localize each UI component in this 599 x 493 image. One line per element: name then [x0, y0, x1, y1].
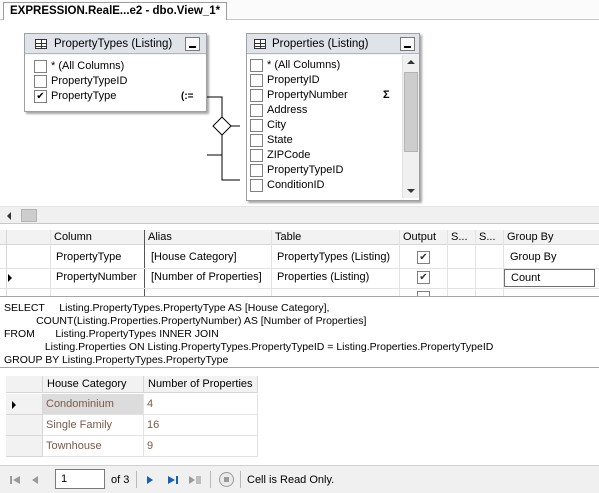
corner-header[interactable] [6, 376, 43, 393]
column-checkbox[interactable] [250, 149, 263, 162]
column-header[interactable]: Alias [145, 230, 270, 245]
result-cell[interactable]: 4 [144, 394, 258, 415]
column-checkbox[interactable] [250, 104, 263, 117]
column-checkbox[interactable] [250, 89, 263, 102]
table-icon [254, 39, 266, 49]
scroll-up-icon[interactable] [407, 60, 415, 64]
join-diamond-icon [212, 116, 232, 136]
column-header[interactable]: S... [448, 230, 474, 245]
sigma-icon: Σ [383, 89, 390, 101]
result-cell[interactable]: Condominium [43, 394, 144, 415]
result-cell[interactable]: Townhouse [43, 436, 144, 457]
table-scrollbar[interactable] [402, 55, 419, 198]
column-list: * (All Columns) PropertyID PropertyNumbe… [247, 55, 419, 200]
column-row[interactable]: PropertyID [247, 73, 402, 88]
join-line[interactable] [0, 20, 260, 206]
criteria-alias-cell[interactable]: [House Category] [148, 248, 270, 267]
result-cell[interactable]: Single Family [43, 415, 144, 436]
scroll-thumb[interactable] [21, 209, 37, 222]
column-header[interactable]: Column [51, 230, 143, 245]
stop-icon[interactable] [218, 471, 235, 488]
current-row-arrow-icon [8, 274, 12, 282]
column-header[interactable]: Output [400, 230, 446, 245]
column-checkbox[interactable] [250, 164, 263, 177]
column-checkbox[interactable] [250, 74, 263, 87]
table-window-properties[interactable]: Properties (Listing) * (All Columns) Pro… [246, 33, 420, 201]
column-name: * (All Columns) [267, 59, 341, 71]
column-header[interactable]: S... [476, 230, 502, 245]
new-record-icon[interactable] [188, 473, 202, 487]
column-row[interactable]: ConditionID [247, 178, 402, 193]
sql-line: GROUP BY Listing.PropertyTypes.PropertyT… [4, 354, 229, 366]
column-name: PropertyTypeID [267, 164, 344, 176]
row-header[interactable] [6, 436, 43, 457]
table-title-bar[interactable]: Properties (Listing) [247, 34, 419, 54]
sql-pane[interactable]: SELECT Listing.PropertyTypes.PropertyTyp… [0, 298, 599, 368]
criteria-column-cell[interactable]: PropertyType [53, 248, 143, 267]
criteria-table-cell[interactable]: PropertyTypes (Listing) [274, 248, 398, 267]
sql-line: FROM Listing.PropertyTypes INNER JOIN [4, 328, 219, 340]
page-count-label: of 3 [111, 474, 130, 486]
sql-line: COUNT(Listing.Properties.PropertyNumber)… [4, 315, 367, 327]
diagram-horizontal-scrollbar[interactable] [0, 206, 599, 224]
criteria-alias-cell[interactable]: [Number of Properties] [148, 268, 270, 287]
next-record-icon[interactable] [143, 473, 157, 487]
column-name: City [267, 119, 286, 131]
column-row[interactable]: PropertyTypeID [247, 163, 402, 178]
column-name: PropertyNumber [267, 89, 348, 101]
result-column-header[interactable]: Number of Properties [144, 376, 258, 393]
output-checkbox[interactable]: ✔ [417, 251, 430, 264]
column-row[interactable]: Address [247, 103, 402, 118]
column-name: Address [267, 104, 308, 116]
results-grid: House Category Number of Properties Cond… [0, 369, 599, 465]
column-row[interactable]: PropertyNumber Σ [247, 88, 402, 103]
column-header[interactable]: Table [272, 230, 398, 245]
result-cell[interactable]: 9 [144, 436, 258, 457]
output-checkbox[interactable]: ✔ [417, 271, 430, 284]
criteria-groupby-cell[interactable]: Group By [507, 248, 597, 267]
column-name: PropertyID [267, 74, 320, 86]
column-checkbox[interactable] [250, 134, 263, 147]
column-checkbox[interactable] [250, 119, 263, 132]
column-row[interactable]: State [247, 133, 402, 148]
criteria-groupby-dropdown[interactable]: Count [504, 269, 595, 287]
minimize-button[interactable] [400, 37, 415, 51]
first-record-icon[interactable] [8, 473, 22, 487]
page-number-input[interactable]: 1 [55, 469, 105, 489]
sql-line: SELECT Listing.PropertyTypes.PropertyTyp… [4, 302, 330, 314]
column-name: ConditionID [267, 179, 325, 191]
criteria-table-cell[interactable]: Properties (Listing) [274, 268, 398, 287]
scroll-left-icon[interactable] [7, 212, 11, 220]
table-title: Properties (Listing) [272, 38, 369, 50]
column-row[interactable]: City [247, 118, 402, 133]
column-checkbox[interactable] [250, 59, 263, 72]
diagram-pane: PropertyTypes (Listing) * (All Columns) … [0, 20, 599, 206]
record-navigation-bar: 1 of 3 Cell is Read Only. [0, 465, 599, 493]
document-tab-bar: EXPRESSION.RealE...e2 - dbo.View_1* [0, 0, 599, 20]
column-name: State [267, 134, 293, 146]
column-name: ZIPCode [267, 149, 311, 161]
result-cell[interactable]: 16 [144, 415, 258, 436]
output-checkbox[interactable] [417, 291, 430, 296]
criteria-column-cell[interactable]: PropertyNumber [53, 268, 143, 287]
column-row[interactable]: ZIPCode [247, 148, 402, 163]
row-header[interactable] [6, 415, 43, 436]
criteria-grid: Column Alias Table Output S... S... Grou… [0, 225, 599, 297]
column-header[interactable]: Group By [504, 230, 599, 245]
current-row-arrow-icon [12, 401, 16, 409]
last-record-icon[interactable] [166, 473, 180, 487]
column-row[interactable]: * (All Columns) [247, 58, 402, 73]
document-tab[interactable]: EXPRESSION.RealE...e2 - dbo.View_1* [3, 2, 228, 20]
status-text: Cell is Read Only. [247, 474, 335, 486]
scroll-down-icon[interactable] [407, 189, 415, 193]
result-column-header[interactable]: House Category [43, 376, 144, 393]
previous-record-icon[interactable] [28, 473, 42, 487]
scroll-thumb[interactable] [404, 72, 418, 152]
sql-line: Listing.Properties ON Listing.PropertyTy… [4, 341, 494, 353]
column-checkbox[interactable] [250, 179, 263, 192]
